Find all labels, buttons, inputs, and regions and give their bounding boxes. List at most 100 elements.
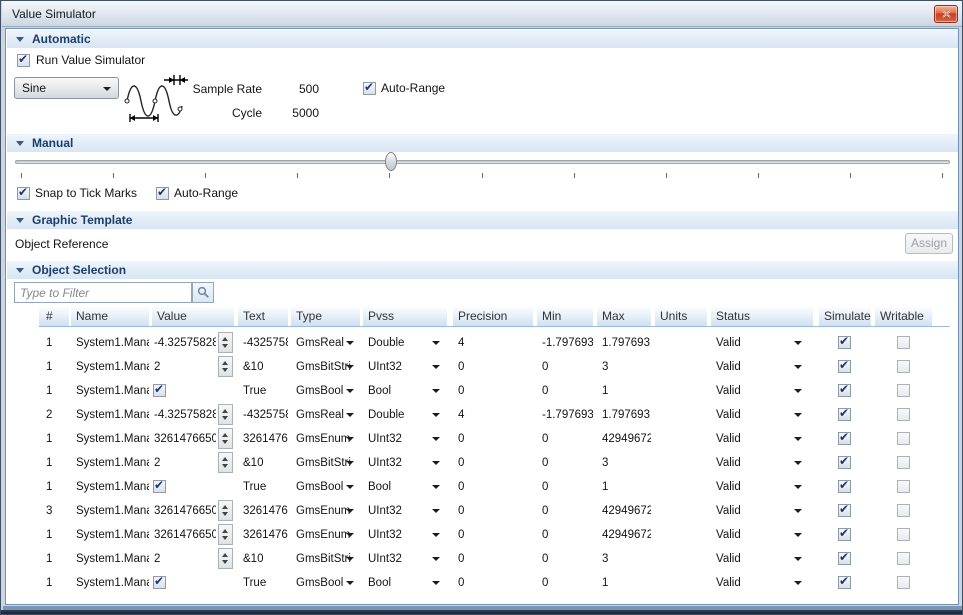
column-header-simulate[interactable]: Simulate [819,307,871,326]
value-spinner[interactable] [218,524,233,545]
chevron-down-icon[interactable] [432,485,440,489]
writable-checkbox[interactable] [897,528,910,541]
collapse-arrow-icon[interactable] [16,37,24,42]
value-field[interactable]: 2 [152,451,216,475]
chevron-down-icon[interactable] [794,413,802,417]
simulate-checkbox[interactable] [838,504,851,517]
chevron-down-icon[interactable] [794,365,802,369]
writable-checkbox[interactable] [897,576,910,589]
value-spinner[interactable] [218,548,233,569]
search-button[interactable] [192,282,214,303]
chevron-down-icon[interactable] [346,485,354,489]
simulate-checkbox[interactable] [838,360,851,373]
value-checkbox[interactable] [153,384,166,397]
simulate-checkbox[interactable] [838,336,851,349]
writable-checkbox[interactable] [897,480,910,493]
simulate-checkbox[interactable] [838,528,851,541]
writable-checkbox[interactable] [897,336,910,349]
column-header-min[interactable]: Min [537,307,593,326]
chevron-down-icon[interactable] [794,581,802,585]
column-header-precision[interactable]: Precision [453,307,533,326]
value-spinner[interactable] [218,404,233,425]
column-header-value[interactable]: Value [152,307,234,326]
chevron-down-icon[interactable] [346,437,354,441]
value-spinner[interactable] [218,428,233,449]
value-spinner[interactable] [218,356,233,377]
chevron-down-icon[interactable] [346,413,354,417]
chevron-down-icon[interactable] [794,389,802,393]
collapse-arrow-icon[interactable] [16,218,24,223]
chevron-down-icon[interactable] [432,557,440,561]
chevron-down-icon[interactable] [432,581,440,585]
value-field[interactable]: 3261476650 [152,499,216,523]
snap-to-ticks-checkbox[interactable] [17,187,30,200]
simulate-checkbox[interactable] [838,408,851,421]
titlebar[interactable]: Value Simulator [2,1,963,27]
chevron-down-icon[interactable] [432,461,440,465]
column-header-status[interactable]: Status [711,307,813,326]
chevron-down-icon[interactable] [346,341,354,345]
value-field[interactable]: 2 [152,355,216,379]
simulate-checkbox[interactable] [838,456,851,469]
value-field[interactable]: 3261476650 [152,523,216,547]
chevron-down-icon[interactable] [794,533,802,537]
simulate-checkbox[interactable] [838,480,851,493]
run-value-simulator-checkbox[interactable] [17,54,30,67]
column-header-max[interactable]: Max [597,307,651,326]
chevron-down-icon[interactable] [346,581,354,585]
chevron-down-icon[interactable] [432,341,440,345]
collapse-arrow-icon[interactable] [16,141,24,146]
chevron-down-icon[interactable] [794,341,802,345]
chevron-down-icon[interactable] [346,509,354,513]
chevron-down-icon[interactable] [346,533,354,537]
value-checkbox[interactable] [153,576,166,589]
simulate-checkbox[interactable] [838,576,851,589]
chevron-down-icon[interactable] [432,533,440,537]
chevron-down-icon[interactable] [346,461,354,465]
column-header-pvss[interactable]: Pvss [363,307,447,326]
slider-thumb[interactable] [385,152,397,171]
slider-track[interactable] [15,160,950,164]
value-field[interactable]: 3261476650 [152,427,216,451]
simulate-checkbox[interactable] [838,384,851,397]
value-field[interactable]: -4.32575828 [152,331,216,355]
chevron-down-icon[interactable] [346,389,354,393]
auto-range-checkbox[interactable] [363,82,376,95]
chevron-down-icon[interactable] [794,437,802,441]
column-header-name[interactable]: Name [71,307,149,326]
value-field[interactable]: 2 [152,547,216,571]
writable-checkbox[interactable] [897,504,910,517]
chevron-down-icon[interactable] [794,461,802,465]
writable-checkbox[interactable] [897,384,910,397]
section-header-manual[interactable]: Manual [7,134,958,152]
chevron-down-icon[interactable] [346,365,354,369]
value-spinner[interactable] [218,332,233,353]
chevron-down-icon[interactable] [794,557,802,561]
chevron-down-icon[interactable] [346,557,354,561]
value-checkbox[interactable] [153,480,166,493]
value-spinner[interactable] [218,500,233,521]
chevron-down-icon[interactable] [432,413,440,417]
chevron-down-icon[interactable] [432,389,440,393]
value-field[interactable]: -4.32575828 [152,403,216,427]
chevron-down-icon[interactable] [432,365,440,369]
simulate-checkbox[interactable] [838,552,851,565]
value-spinner[interactable] [218,452,233,473]
writable-checkbox[interactable] [897,456,910,469]
writable-checkbox[interactable] [897,552,910,565]
filter-input[interactable] [14,282,192,303]
column-header-units[interactable]: Units [655,307,707,326]
section-header-graphic-template[interactable]: Graphic Template [7,211,958,229]
chevron-down-icon[interactable] [794,485,802,489]
assign-button[interactable]: Assign [905,233,953,254]
writable-checkbox[interactable] [897,432,910,445]
collapse-arrow-icon[interactable] [16,268,24,273]
column-header-writable[interactable]: Writable [875,307,932,326]
section-header-object-selection[interactable]: Object Selection [7,261,958,279]
manual-auto-range-checkbox[interactable] [156,187,169,200]
column-header-num[interactable]: # [39,307,69,326]
column-header-type[interactable]: Type [291,307,360,326]
section-header-automatic[interactable]: Automatic [7,30,958,48]
simulate-checkbox[interactable] [838,432,851,445]
chevron-down-icon[interactable] [432,437,440,441]
